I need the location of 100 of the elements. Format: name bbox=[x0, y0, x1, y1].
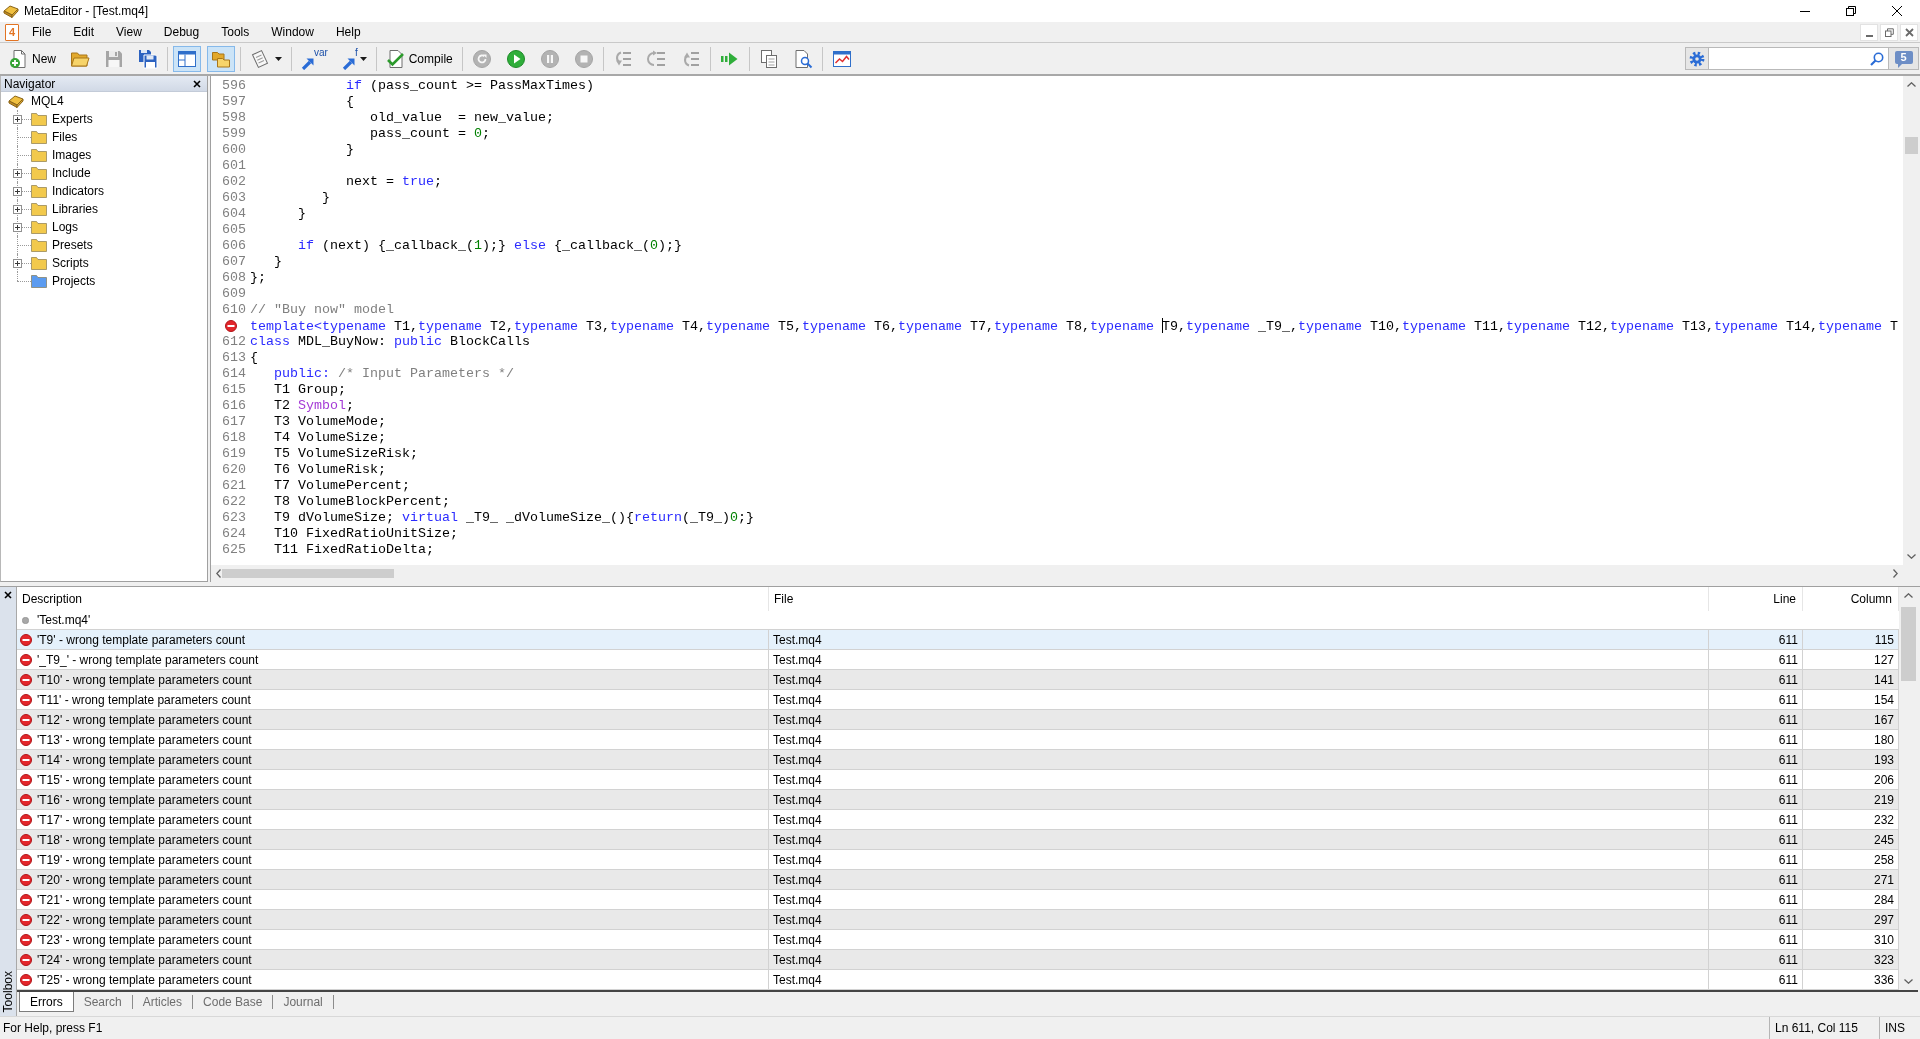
table-cell: 611 bbox=[1709, 870, 1803, 889]
table-row[interactable]: 'T17' - wrong template parameters count Test.mq4 611 232 bbox=[17, 810, 1899, 830]
close-button[interactable] bbox=[192, 78, 202, 89]
line-number: 622 bbox=[222, 494, 246, 510]
table-row[interactable]: 'T9' - wrong template parameters count Test.mq4 611 115 bbox=[17, 630, 1899, 650]
line-number: 596 bbox=[222, 78, 246, 94]
table-cell: 'T25' - wrong template parameters count bbox=[37, 972, 252, 987]
table-row[interactable]: 'T13' - wrong template parameters count Test.mq4 611 180 bbox=[17, 730, 1899, 750]
scrollbar[interactable] bbox=[1903, 76, 1920, 565]
table-cell: Test.mq4 bbox=[769, 750, 1709, 769]
menu-item[interactable]: Tools bbox=[210, 22, 261, 42]
plus-box-icon[interactable] bbox=[13, 169, 22, 178]
variable-button[interactable]: var bbox=[297, 45, 332, 72]
chevron-up-icon[interactable] bbox=[1907, 82, 1916, 87]
line-number: 608 bbox=[222, 270, 246, 286]
tab[interactable]: Search bbox=[73, 995, 133, 1009]
menu-item[interactable]: View bbox=[105, 22, 153, 42]
scrollbar-thumb[interactable] bbox=[222, 569, 394, 578]
document-check-icon bbox=[385, 48, 406, 69]
menu-item[interactable]: File bbox=[21, 22, 63, 42]
function-button[interactable]: f bbox=[337, 45, 371, 72]
minimize-icon bbox=[1800, 10, 1810, 12]
table-row[interactable]: 'T24' - wrong template parameters count Test.mq4 611 323 bbox=[17, 950, 1899, 970]
navigator-toggle-button[interactable] bbox=[173, 45, 201, 72]
line-number: 598 bbox=[222, 110, 246, 126]
tree-item[interactable]: Projects bbox=[52, 274, 96, 288]
scrollbar-thumb[interactable] bbox=[1905, 137, 1918, 154]
close-button[interactable] bbox=[3, 590, 13, 600]
tree-item[interactable]: Experts bbox=[52, 112, 93, 126]
tree-item[interactable]: Include bbox=[52, 166, 91, 180]
line-number: 624 bbox=[222, 526, 246, 542]
table-cell: Test.mq4 bbox=[769, 890, 1709, 909]
tab[interactable]: Journal bbox=[273, 995, 334, 1009]
column-header[interactable]: Line bbox=[1709, 587, 1803, 611]
code-line: T2 Symbol; bbox=[273, 398, 354, 414]
table-row[interactable]: 'T19' - wrong template parameters count Test.mq4 611 258 bbox=[17, 850, 1899, 870]
code-line: }; bbox=[250, 270, 266, 286]
table-row[interactable]: 'T22' - wrong template parameters count Test.mq4 611 297 bbox=[17, 910, 1899, 930]
table-cell: 611 bbox=[1709, 630, 1803, 649]
table-row[interactable]: 'T16' - wrong template parameters count Test.mq4 611 219 bbox=[17, 790, 1899, 810]
table-row[interactable]: 'T23' - wrong template parameters count Test.mq4 611 310 bbox=[17, 930, 1899, 950]
plus-box-icon[interactable] bbox=[13, 115, 22, 124]
error-icon bbox=[20, 753, 32, 766]
menu-item[interactable]: Window bbox=[260, 22, 325, 42]
table-row[interactable]: 'T10' - wrong template parameters count Test.mq4 611 141 bbox=[17, 670, 1899, 690]
tab[interactable]: Code Base bbox=[193, 995, 274, 1009]
chevron-right-icon[interactable] bbox=[1893, 569, 1898, 578]
plus-box-icon[interactable] bbox=[13, 205, 22, 214]
tree-item[interactable]: Logs bbox=[52, 220, 79, 234]
table-cell: 611 bbox=[1709, 890, 1803, 909]
menu-item[interactable]: Edit bbox=[62, 22, 106, 42]
plus-box-icon[interactable] bbox=[13, 259, 22, 268]
code-line: } bbox=[344, 142, 354, 158]
table-row[interactable]: 'T15' - wrong template parameters count Test.mq4 611 206 bbox=[17, 770, 1899, 790]
tree-item[interactable]: Indicators bbox=[52, 184, 105, 198]
compile-button[interactable]: Compile bbox=[381, 45, 457, 72]
table-row[interactable]: 'T21' - wrong template parameters count Test.mq4 611 284 bbox=[17, 890, 1899, 910]
document-search-icon bbox=[792, 48, 813, 69]
menu-item[interactable]: Help bbox=[324, 22, 372, 42]
column-header[interactable]: Description bbox=[17, 587, 769, 611]
table-cell: Test.mq4 bbox=[769, 830, 1709, 849]
table-cell: Test.mq4 bbox=[769, 670, 1709, 689]
tab[interactable]: Errors bbox=[19, 992, 74, 1012]
line-number: 616 bbox=[222, 398, 246, 414]
table-row[interactable]: 'T25' - wrong template parameters count Test.mq4 611 336 bbox=[17, 970, 1899, 990]
table-cell: Test.mq4 bbox=[769, 850, 1709, 869]
line-number: 602 bbox=[222, 174, 246, 190]
table-row[interactable]: '_T9_' - wrong template parameters count Test.mq4 611 127 bbox=[17, 650, 1899, 670]
code-line: // "Buy now" model bbox=[250, 302, 394, 318]
tree-item[interactable]: Presets bbox=[52, 238, 93, 252]
tree-item[interactable]: Scripts bbox=[52, 256, 89, 270]
table-row[interactable]: 'T14' - wrong template parameters count Test.mq4 611 193 bbox=[17, 750, 1899, 770]
tree-item[interactable]: MQL4 bbox=[31, 94, 64, 108]
tree-item[interactable]: Libraries bbox=[52, 202, 99, 216]
scrollbar[interactable] bbox=[1899, 587, 1918, 990]
line-number: 610 bbox=[222, 302, 246, 318]
chevron-up-icon[interactable] bbox=[1904, 593, 1913, 598]
table-row[interactable]: 'T11' - wrong template parameters count Test.mq4 611 154 bbox=[17, 690, 1899, 710]
table-row[interactable]: 'T12' - wrong template parameters count Test.mq4 611 167 bbox=[17, 710, 1899, 730]
code-line: pass_count = 0; bbox=[368, 126, 490, 142]
scrollbar-thumb[interactable] bbox=[1901, 607, 1916, 681]
minimize-button[interactable] bbox=[1860, 23, 1878, 41]
table-cell: Test.mq4 bbox=[769, 710, 1709, 729]
chevron-down-icon[interactable] bbox=[1907, 554, 1916, 559]
table-row[interactable]: 'T20' - wrong template parameters count Test.mq4 611 271 bbox=[17, 870, 1899, 890]
plus-box-icon[interactable] bbox=[13, 223, 22, 232]
tree-item[interactable]: Files bbox=[52, 130, 78, 144]
chevron-left-icon[interactable] bbox=[216, 569, 221, 578]
column-header[interactable]: File bbox=[769, 587, 1709, 611]
toolbox-toggle-button[interactable] bbox=[207, 45, 235, 72]
new-button[interactable]: New bbox=[5, 45, 60, 72]
line-number: 617 bbox=[222, 414, 246, 430]
table-row[interactable]: 'T18' - wrong template parameters count Test.mq4 611 245 bbox=[17, 830, 1899, 850]
tab[interactable]: Articles bbox=[132, 995, 194, 1009]
tree-item[interactable]: Images bbox=[52, 148, 92, 162]
chevron-down-icon[interactable] bbox=[1904, 979, 1913, 984]
menu-item[interactable]: Debug bbox=[152, 22, 211, 42]
table-cell: Test.mq4 bbox=[769, 970, 1709, 989]
plus-box-icon[interactable] bbox=[13, 187, 22, 196]
table-cell: 'T14' - wrong template parameters count bbox=[37, 752, 252, 767]
